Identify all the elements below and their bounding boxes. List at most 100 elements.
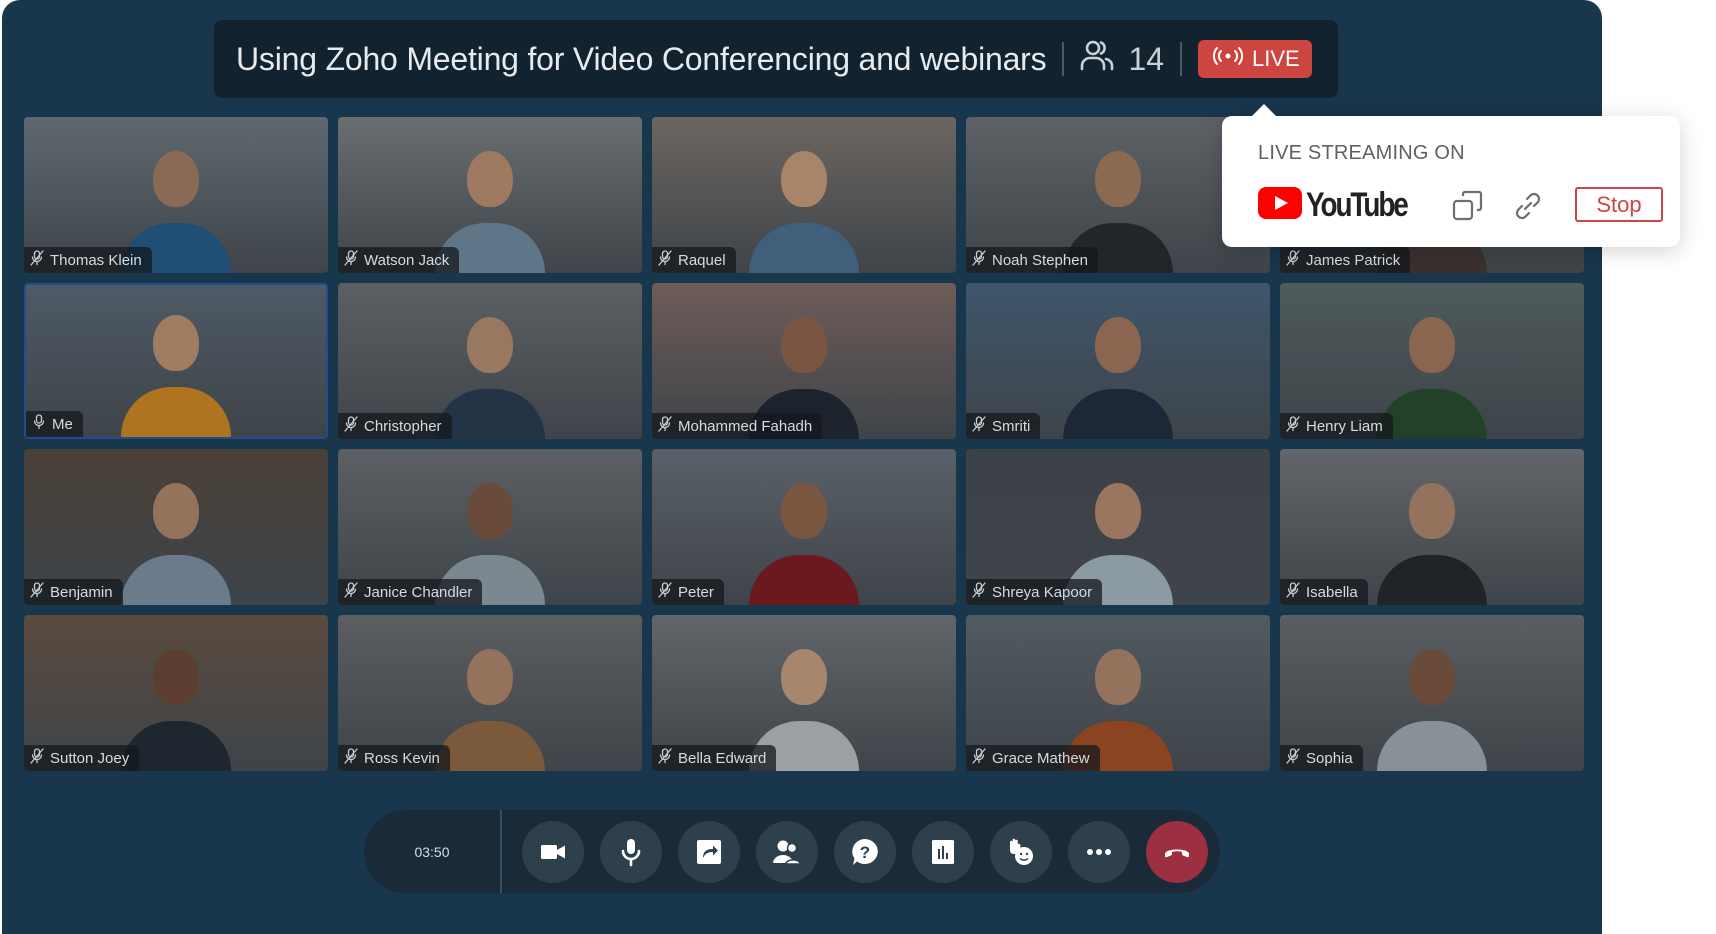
participant-head (781, 317, 827, 373)
questions-button[interactable]: ? (834, 820, 896, 883)
participant-name: Ross Kevin (364, 749, 440, 767)
svg-text:?: ? (860, 843, 870, 862)
participant-video (749, 143, 859, 273)
more-button[interactable] (1068, 820, 1130, 883)
streaming-platform-row: YouTube (1258, 186, 1545, 225)
participant-tile[interactable]: Thomas Klein (24, 117, 328, 273)
participant-head (1095, 317, 1141, 373)
share-screen-button[interactable] (678, 820, 740, 883)
participant-name: Henry Liam (1306, 417, 1383, 435)
participant-tile[interactable]: Sutton Joey (24, 615, 328, 771)
participant-name: Smriti (992, 417, 1031, 435)
participant-name: Shreya Kapoor (992, 583, 1093, 601)
mic-muted-icon (972, 250, 986, 270)
participant-name: Mohammed Fahadh (678, 417, 813, 435)
participant-head (1095, 151, 1141, 207)
participant-tile[interactable]: Ross Kevin (338, 615, 642, 771)
participant-head (153, 151, 199, 207)
self-video-tile[interactable]: Me (24, 283, 328, 439)
participant-nametag: Sophia (1280, 745, 1363, 771)
people-icon (1080, 39, 1114, 79)
participant-body (749, 555, 859, 605)
participant-head (1095, 649, 1141, 705)
participant-name: James Patrick (1306, 251, 1401, 269)
participant-video (435, 641, 545, 771)
participant-head (1095, 483, 1141, 539)
participant-tile[interactable]: Christopher (338, 283, 642, 439)
participant-name: Raquel (678, 251, 726, 269)
participant-tile[interactable]: Raquel (652, 117, 956, 273)
participant-tile[interactable]: Janice Chandler (338, 449, 642, 605)
raise-hand-button[interactable] (990, 820, 1052, 883)
mic-muted-icon (658, 416, 672, 436)
participant-tile[interactable]: Watson Jack (338, 117, 642, 273)
participant-body (121, 555, 231, 605)
participants-icon (772, 837, 802, 867)
participant-body (1377, 389, 1487, 439)
participant-tile[interactable]: Isabella (1280, 449, 1584, 605)
mic-muted-icon (1286, 748, 1300, 768)
end-call-button[interactable] (1146, 820, 1208, 883)
participant-body (435, 721, 545, 771)
share-screen-icon (694, 837, 724, 867)
participant-tile[interactable]: Sophia (1280, 615, 1584, 771)
participant-tile[interactable]: Peter (652, 449, 956, 605)
mic-muted-icon (344, 748, 358, 768)
mic-icon (32, 414, 46, 434)
participant-video (1377, 641, 1487, 771)
participant-nametag: Grace Mathew (966, 745, 1100, 771)
participant-video (749, 475, 859, 605)
header-divider (1062, 42, 1065, 76)
participant-nametag: Christopher (338, 413, 452, 439)
mic-muted-icon (972, 582, 986, 602)
link-icon[interactable] (1511, 189, 1545, 223)
participant-nametag: Henry Liam (1280, 413, 1393, 439)
participant-tile[interactable]: Bella Edward (652, 615, 956, 771)
participant-nametag: Benjamin (24, 579, 123, 605)
meeting-title: Using Zoho Meeting for Video Conferencin… (236, 40, 1047, 77)
participant-head (153, 483, 199, 539)
copy-icon[interactable] (1451, 189, 1485, 223)
participants-button[interactable] (756, 820, 818, 883)
participant-head (1409, 649, 1455, 705)
stop-streaming-button[interactable]: Stop (1575, 187, 1663, 222)
participant-body (749, 223, 859, 273)
participant-tile[interactable]: Shreya Kapoor (966, 449, 1270, 605)
participant-nametag: Me (26, 411, 83, 437)
participant-video (1377, 475, 1487, 605)
participant-name: Christopher (364, 417, 442, 435)
platform-name: YouTube (1306, 186, 1409, 224)
header-divider (1180, 42, 1183, 76)
participant-head (781, 649, 827, 705)
participant-nametag: Thomas Klein (24, 247, 152, 273)
meeting-timer: 03:50 (414, 843, 450, 860)
participant-name: Benjamin (50, 583, 113, 601)
participant-count-button[interactable]: 14 (1080, 39, 1164, 79)
participant-nametag: Isabella (1280, 579, 1368, 605)
live-label: LIVE (1252, 46, 1300, 71)
mic-muted-icon (30, 582, 44, 602)
participant-nametag: Peter (652, 579, 724, 605)
participant-body (1377, 721, 1487, 771)
participant-body (1063, 389, 1173, 439)
participant-video (121, 475, 231, 605)
participant-video (121, 307, 231, 437)
participant-tile[interactable]: Mohammed Fahadh (652, 283, 956, 439)
live-badge[interactable]: LIVE (1198, 40, 1312, 78)
participant-name: Me (52, 415, 73, 433)
participant-head (467, 649, 513, 705)
participant-tile[interactable]: Benjamin (24, 449, 328, 605)
video-camera-button[interactable] (522, 820, 584, 883)
participant-tile[interactable]: Smriti (966, 283, 1270, 439)
polls-button[interactable] (912, 820, 974, 883)
participant-video (1377, 309, 1487, 439)
participant-tile[interactable]: Grace Mathew (966, 615, 1270, 771)
microphone-button[interactable] (600, 820, 662, 883)
mic-muted-icon (344, 416, 358, 436)
participant-tile[interactable]: Henry Liam (1280, 283, 1584, 439)
video-camera-icon (538, 837, 568, 867)
toolbar-buttons: ? (522, 820, 1208, 883)
participant-nametag: Mohammed Fahadh (652, 413, 823, 439)
participant-name: Bella Edward (678, 749, 767, 767)
participant-head (467, 151, 513, 207)
